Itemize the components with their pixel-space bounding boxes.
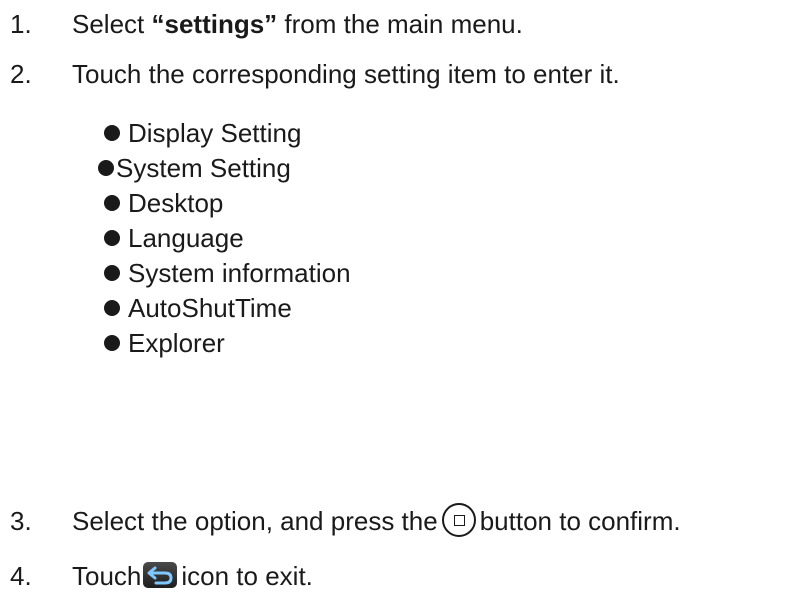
- step-text-suffix: icon to exit.: [181, 561, 313, 591]
- bullet-icon: [104, 125, 120, 142]
- step-text-prefix: Select the option, and press the: [72, 506, 438, 536]
- bullet-icon: [104, 195, 120, 212]
- bullet-icon: [104, 230, 120, 247]
- list-item: System information: [104, 256, 351, 291]
- settings-item-label: Desktop: [128, 188, 224, 218]
- list-item: Explorer: [104, 326, 351, 361]
- settings-items-list: Display Setting System Setting Desktop L…: [98, 116, 351, 361]
- step-text-suffix: from the main menu.: [277, 9, 523, 39]
- step-text-prefix: Touch: [72, 561, 142, 591]
- step-text: Touch the corresponding setting item to …: [72, 59, 620, 89]
- step-3: 3. Select the option, and press the button…: [10, 503, 681, 540]
- step-number: 4.: [10, 561, 32, 591]
- step-4: 4. Touch icon to exit.: [10, 560, 313, 592]
- list-item: Desktop: [104, 186, 351, 221]
- settings-item-label: Display Setting: [128, 118, 302, 148]
- list-item: System Setting: [98, 151, 351, 186]
- step-2: 2. Touch the corresponding setting item t…: [10, 58, 620, 90]
- step-text: Select “settings” from the main menu.: [72, 9, 523, 39]
- bullet-icon: [104, 335, 120, 352]
- bullet-icon: [98, 160, 114, 177]
- settings-item-label: AutoShutTime: [128, 293, 292, 323]
- step-text: Select the option, and press the button t…: [72, 503, 681, 538]
- back-arrow-icon: [143, 562, 178, 589]
- list-item: AutoShutTime: [104, 291, 351, 326]
- home-button-icon: [441, 503, 476, 538]
- step-text-prefix: Select: [72, 9, 152, 39]
- step-text-suffix: button to confirm.: [479, 506, 681, 536]
- instruction-page: 1. Select “settings” from the main menu. …: [0, 0, 799, 602]
- step-1: 1. Select “settings” from the main menu.: [10, 8, 523, 40]
- step-text: Touch icon to exit.: [72, 561, 313, 591]
- settings-item-label: System Setting: [116, 153, 291, 183]
- step-number: 2.: [10, 59, 32, 89]
- step-number: 3.: [10, 506, 32, 536]
- settings-item-label: System information: [128, 258, 351, 288]
- list-item: Display Setting: [104, 116, 351, 151]
- list-item: Language: [104, 221, 351, 256]
- step-number: 1.: [10, 9, 32, 39]
- bullet-icon: [104, 265, 120, 282]
- settings-item-label: Explorer: [128, 328, 225, 358]
- menu-name-settings: “settings”: [151, 9, 278, 39]
- settings-item-label: Language: [128, 223, 244, 253]
- bullet-icon: [104, 300, 120, 317]
